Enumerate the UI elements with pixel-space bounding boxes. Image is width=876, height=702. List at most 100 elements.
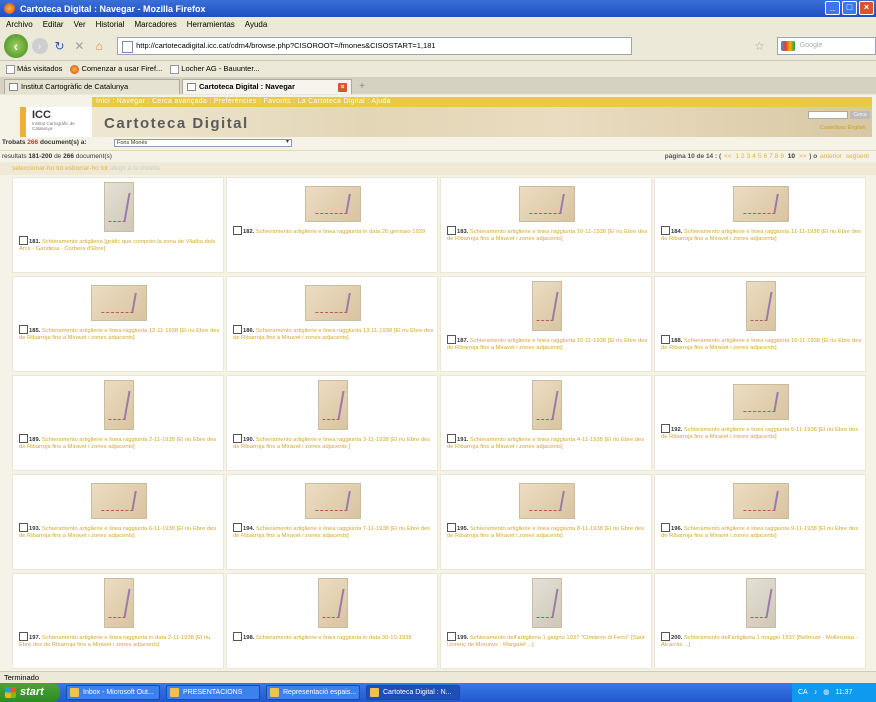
map-thumbnail[interactable] — [104, 380, 134, 430]
map-thumbnail[interactable] — [91, 483, 147, 519]
url-bar[interactable]: http://cartotecadigital.icc.cat/cdm4/bro… — [117, 37, 633, 55]
menu-historial[interactable]: Historial — [96, 20, 125, 29]
map-thumbnail[interactable] — [519, 186, 575, 222]
pager-prev[interactable]: << — [724, 153, 732, 160]
result-title-link[interactable]: Schieramento artiglierie e linea raggiun… — [256, 229, 425, 235]
result-title-link[interactable]: Schieramento artiglierie e linea raggiun… — [19, 437, 216, 450]
bookmark-most-visited[interactable]: Más visitados — [6, 64, 62, 74]
select-checkbox[interactable] — [661, 335, 670, 344]
volume-icon[interactable]: ♪ — [814, 683, 818, 702]
tab-icc[interactable]: Institut Cartogràfic de Catalunya — [4, 79, 180, 94]
forward-button[interactable]: › — [31, 38, 48, 54]
menu-editar[interactable]: Editar — [43, 20, 64, 29]
pager-page-link[interactable]: 9 — [780, 153, 784, 160]
select-checkbox[interactable] — [447, 434, 456, 443]
result-title-link[interactable]: Schieramento dell'artiglieria 1 giugno 1… — [447, 635, 645, 648]
language-links[interactable]: Castellano English — [820, 125, 866, 131]
result-title-link[interactable]: Schieramento dell'artiglieria 1 maggio 1… — [661, 635, 857, 648]
network-icon[interactable]: ◍ — [823, 683, 829, 702]
site-navigation[interactable]: Inici : Navegar : Cerca avançada : Prefe… — [92, 97, 872, 107]
result-title-link[interactable]: Schieramento artiglierie e linea raggiun… — [19, 635, 210, 648]
select-checkbox[interactable] — [661, 226, 670, 235]
map-thumbnail[interactable] — [104, 578, 134, 628]
menu-ayuda[interactable]: Ayuda — [245, 20, 268, 29]
task-outlook[interactable]: Inbox - Microsoft Out... — [66, 685, 160, 700]
map-thumbnail[interactable] — [104, 182, 134, 232]
menu-archivo[interactable]: Archivo — [6, 20, 33, 29]
result-title-link[interactable]: Schieramento artiglierie e linea raggiun… — [447, 229, 647, 242]
result-title-link[interactable]: Schieramento artiglierie e linea raggiun… — [447, 526, 644, 539]
menu-marcadores[interactable]: Marcadores — [135, 20, 177, 29]
map-thumbnail[interactable] — [91, 285, 147, 321]
map-thumbnail[interactable] — [733, 384, 789, 420]
result-title-link[interactable]: Schieramento artiglierie e linea raggiun… — [447, 338, 647, 351]
select-checkbox[interactable] — [19, 434, 28, 443]
reload-icon[interactable]: ↻ — [52, 38, 68, 54]
select-checkbox[interactable] — [447, 226, 456, 235]
task-presentacions[interactable]: PRESENTACIONS — [166, 685, 260, 700]
next-link[interactable]: següent — [846, 153, 869, 160]
result-title-link[interactable]: Schieramento artiglierie e linea raggiun… — [661, 338, 861, 351]
map-thumbnail[interactable] — [733, 483, 789, 519]
stop-icon[interactable]: ✕ — [71, 38, 87, 54]
map-thumbnail[interactable] — [519, 483, 575, 519]
select-checkbox[interactable] — [233, 325, 242, 334]
minimize-button[interactable]: _ — [825, 1, 840, 15]
result-title-link[interactable]: Schieramento artiglierie e linea raggiun… — [661, 427, 858, 440]
map-thumbnail[interactable] — [532, 380, 562, 430]
task-cartoteca[interactable]: Cartoteca Digital : N... — [366, 685, 460, 700]
new-tab-button[interactable]: + — [354, 80, 370, 94]
clear-all-link[interactable]: esborrar-ho tot — [65, 165, 108, 172]
close-tab-icon[interactable]: × — [338, 83, 347, 92]
select-checkbox[interactable] — [233, 632, 242, 641]
select-all-link[interactable]: seleccionar-ho tot — [12, 165, 63, 172]
map-thumbnail[interactable] — [318, 380, 348, 430]
maximize-button[interactable]: □ — [842, 1, 857, 15]
pager-page-link[interactable]: 8 — [775, 153, 779, 160]
result-title-link[interactable]: Schieramento artiglierie e linea raggiun… — [233, 526, 430, 539]
result-title-link[interactable]: Schieramento artiglierie e linea raggiun… — [233, 328, 433, 341]
map-thumbnail[interactable] — [305, 285, 361, 321]
select-checkbox[interactable] — [233, 523, 242, 532]
select-checkbox[interactable] — [233, 434, 242, 443]
start-button[interactable]: start — [0, 683, 60, 702]
select-checkbox[interactable] — [233, 226, 242, 235]
back-button[interactable]: ‹ — [4, 34, 28, 58]
select-checkbox[interactable] — [19, 632, 28, 641]
map-thumbnail[interactable] — [532, 578, 562, 628]
pager-page-link[interactable]: 6 — [763, 153, 767, 160]
map-thumbnail[interactable] — [746, 578, 776, 628]
bookmark-star-icon[interactable]: ☆ — [754, 39, 765, 53]
map-thumbnail[interactable] — [318, 578, 348, 628]
select-checkbox[interactable] — [447, 523, 456, 532]
menu-herramientas[interactable]: Herramientas — [187, 20, 235, 29]
select-checkbox[interactable] — [661, 632, 670, 641]
result-title-link[interactable]: Schieramento artiglierie e linea raggiun… — [447, 437, 644, 450]
result-title-link[interactable]: Schieramento artiglierie e linea raggiun… — [661, 229, 861, 242]
result-title-link[interactable]: Schieramento artiglierie e linea raggiun… — [661, 526, 858, 539]
icc-logo[interactable]: ICC Institut Cartogràfic de Catalunya — [20, 107, 92, 137]
result-title-link[interactable]: Schieramento artiglierie e linea raggiun… — [19, 526, 216, 539]
tray-language[interactable]: CA — [798, 683, 808, 702]
pager-page-link[interactable]: 4 — [752, 153, 756, 160]
site-search-button[interactable]: Cerca — [850, 111, 870, 119]
pager-page-link[interactable]: 2 — [741, 153, 745, 160]
map-thumbnail[interactable] — [305, 483, 361, 519]
tab-cartoteca[interactable]: Cartoteca Digital : Navegar × — [182, 79, 352, 94]
select-checkbox[interactable] — [19, 236, 28, 245]
task-representacio[interactable]: Representació espais... — [266, 685, 360, 700]
select-checkbox[interactable] — [661, 424, 670, 433]
map-thumbnail[interactable] — [305, 186, 361, 222]
select-checkbox[interactable] — [19, 325, 28, 334]
map-thumbnail[interactable] — [532, 281, 562, 331]
bookmark-getting-started[interactable]: Comenzar a usar Firef... — [70, 64, 162, 74]
select-checkbox[interactable] — [19, 523, 28, 532]
close-window-button[interactable]: × — [859, 1, 874, 15]
map-thumbnail[interactable] — [746, 281, 776, 331]
pager-page-link[interactable]: 3 — [747, 153, 751, 160]
select-checkbox[interactable] — [447, 335, 456, 344]
pager-page-link[interactable]: 5 — [758, 153, 762, 160]
search-input[interactable]: Google — [776, 37, 876, 55]
menu-ver[interactable]: Ver — [74, 20, 86, 29]
bookmark-locher[interactable]: Locher AG - Bauunter... — [170, 64, 260, 74]
